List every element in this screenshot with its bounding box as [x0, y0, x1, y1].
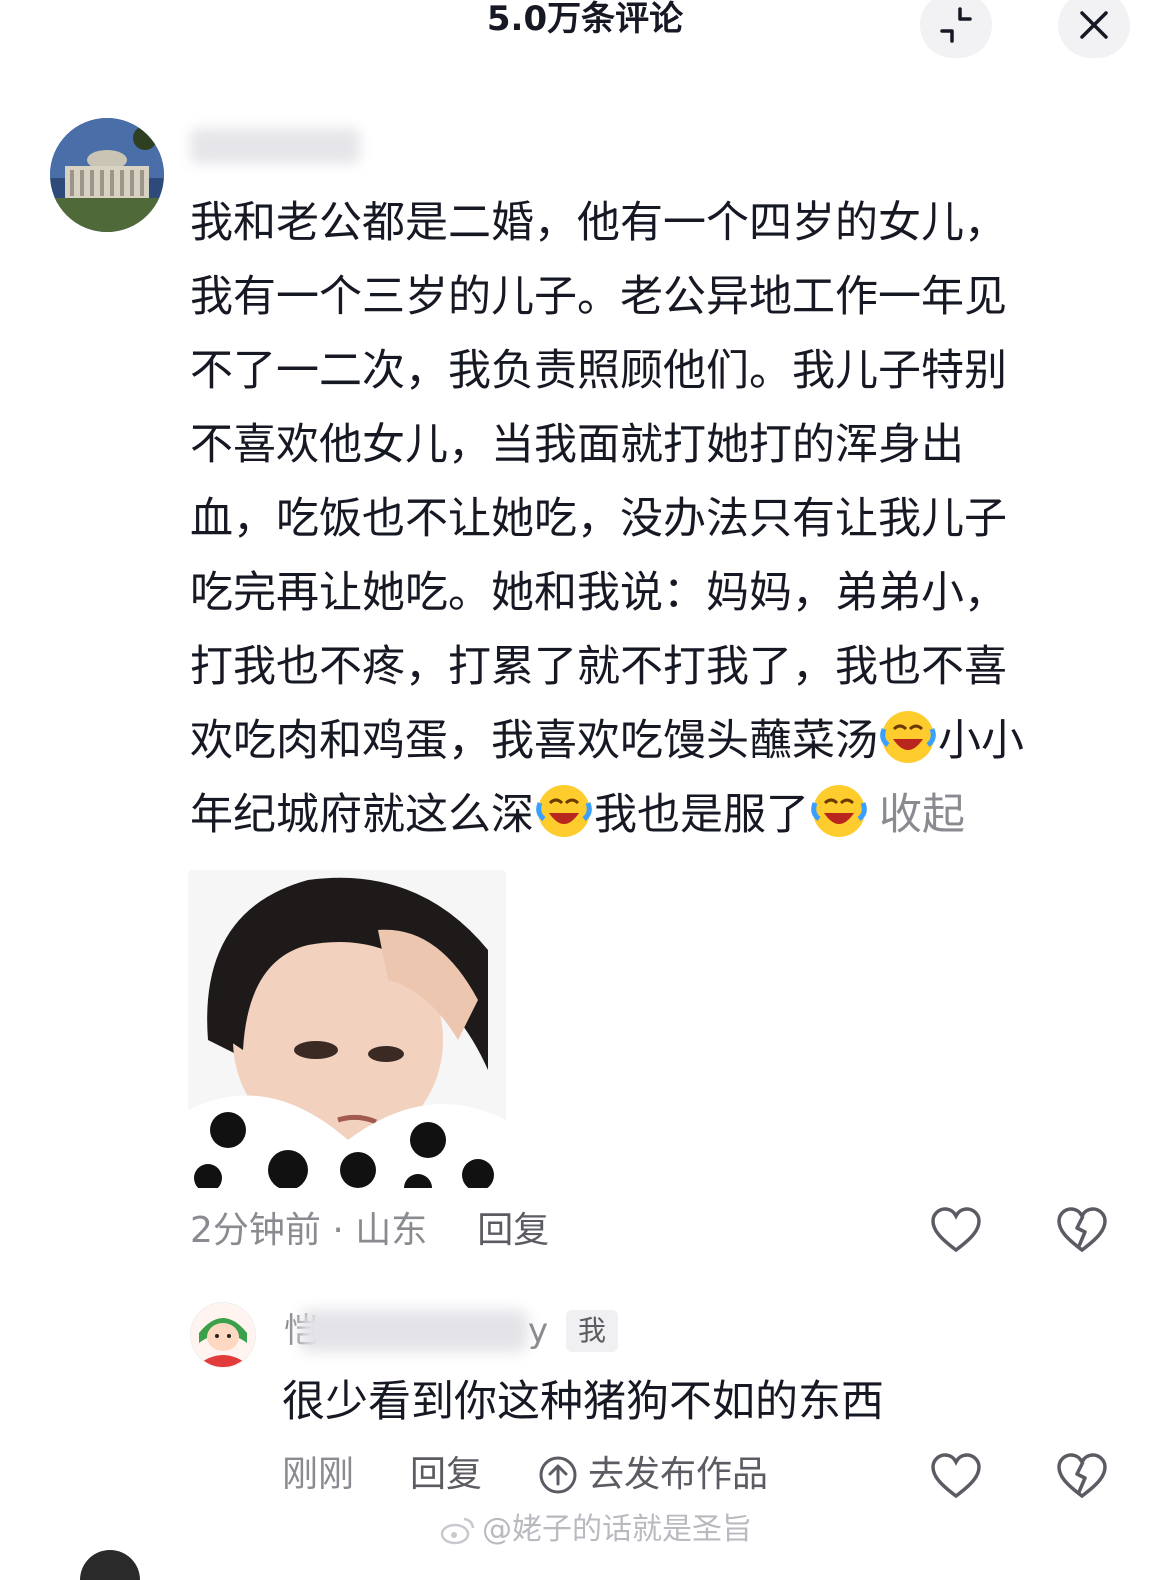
cartoon-avatar-image	[191, 1303, 255, 1367]
reply-username-end: y	[528, 1311, 549, 1351]
comment-line-text: 小小	[938, 716, 1024, 766]
next-comment-avatar-partial	[80, 1550, 140, 1580]
comment-line-text: 我也是服了	[594, 790, 809, 840]
comment-line-text: 年纪城府就这么深	[190, 790, 534, 840]
reply-avatar[interactable]	[190, 1302, 256, 1368]
comment-line: 欢吃肉和鸡蛋，我喜欢吃馒头蘸菜汤 小小	[190, 704, 1120, 778]
reply-username-blurred	[300, 1310, 528, 1352]
comment-image[interactable]	[188, 870, 506, 1188]
collapse-icon	[940, 7, 972, 43]
commenter-avatar[interactable]	[50, 118, 164, 232]
close-icon	[1080, 11, 1108, 39]
comment-count-title: 5.0万条评论	[486, 0, 684, 39]
collapse-text-button[interactable]: 收起	[879, 790, 965, 840]
comment-line: 年纪城府就这么深 我也是服了 收起	[190, 778, 1120, 852]
publish-work-label: 去发布作品	[588, 1454, 769, 1495]
dislike-broken-heart-icon[interactable]	[1056, 1452, 1108, 1500]
reply-text: 很少看到你这种猪狗不如的东西	[282, 1377, 884, 1427]
collapse-button[interactable]	[920, 0, 992, 58]
comments-header: 5.0万条评论	[0, 0, 1170, 70]
weibo-watermark: @姥子的话就是圣旨	[440, 1508, 752, 1552]
reply-time: 刚刚	[282, 1454, 355, 1495]
laugh-cry-emoji-icon	[811, 785, 867, 837]
dislike-broken-heart-icon[interactable]	[1056, 1206, 1108, 1254]
reply-button[interactable]: 回复	[477, 1210, 549, 1251]
comment-line: 我和老公都是二婚，他有一个四岁的女儿，	[190, 198, 1007, 248]
laugh-cry-emoji-icon	[880, 711, 936, 763]
comment-line: 我有一个三岁的儿子。老公异地工作一年见	[190, 272, 1007, 322]
time-location: 2分钟前 · 山东	[190, 1210, 428, 1251]
comment-line: 吃完再让她吃。她和我说：妈妈，弟弟小，	[190, 568, 1007, 618]
building-avatar-image	[50, 118, 164, 232]
reply-meta: 刚刚 回复 去发布作品	[282, 1450, 768, 1500]
publish-work-button[interactable]: 去发布作品	[538, 1450, 768, 1500]
like-heart-icon[interactable]	[930, 1452, 982, 1500]
weibo-logo-icon	[440, 1517, 475, 1545]
upload-arrow-icon	[539, 1456, 577, 1494]
comment-line: 不喜欢他女儿，当我面就打她打的浑身出	[190, 420, 964, 470]
close-button[interactable]	[1058, 0, 1130, 58]
commenter-name-blurred	[190, 128, 360, 164]
comment-line: 不了一二次，我负责照顾他们。我儿子特别	[190, 346, 1007, 396]
watermark-text: @姥子的话就是圣旨	[482, 1512, 752, 1547]
comment-line: 打我也不疼，打累了就不打我了，我也不喜	[190, 642, 1007, 692]
laugh-cry-emoji-icon	[536, 785, 592, 837]
comment-text: 我和老公都是二婚，他有一个四岁的女儿， 我有一个三岁的儿子。老公异地工作一年见 …	[190, 186, 1120, 852]
comment-meta: 2分钟前 · 山东 回复	[190, 1206, 549, 1256]
me-badge: 我	[566, 1310, 619, 1352]
comment-line: 血，吃饭也不让她吃，没办法只有让我儿子	[190, 494, 1007, 544]
comment-line-text: 欢吃肉和鸡蛋，我喜欢吃馒头蘸菜汤	[190, 716, 878, 766]
reply-button[interactable]: 回复	[410, 1450, 482, 1500]
sad-girl-image	[188, 870, 506, 1188]
like-heart-icon[interactable]	[930, 1206, 982, 1254]
